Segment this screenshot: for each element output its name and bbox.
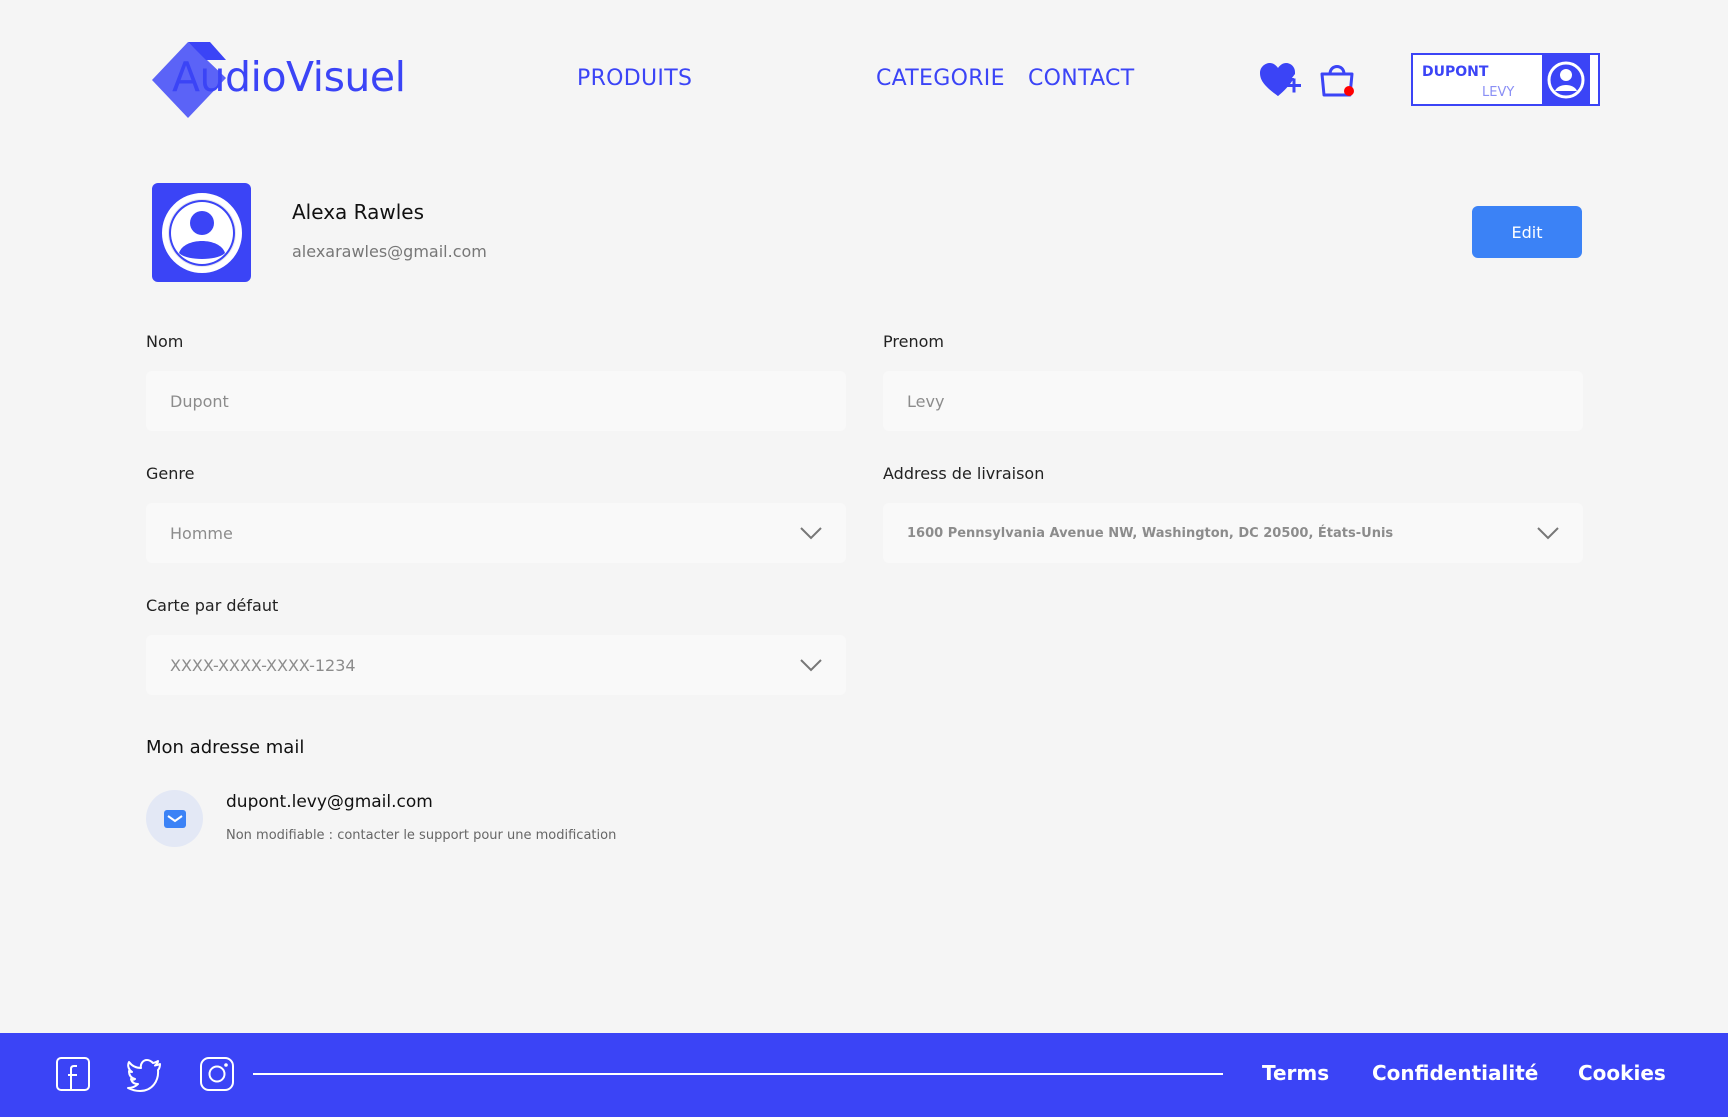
twitter-icon[interactable] xyxy=(127,1056,163,1092)
carte-label: Carte par défaut xyxy=(146,596,279,615)
mail-note: Non modifiable : contacter le support po… xyxy=(226,828,617,843)
user-first-name: LEVY xyxy=(1482,85,1515,100)
wishlist-heart-plus-icon[interactable] xyxy=(1260,62,1304,102)
footer-cookies-link[interactable]: Cookies xyxy=(1578,1061,1666,1085)
footer-divider xyxy=(253,1073,1223,1075)
address-label: Address de livraison xyxy=(883,464,1045,483)
nav-produits[interactable]: PRODUITS xyxy=(577,66,692,91)
user-account-button[interactable]: DUPONT LEVY xyxy=(1411,53,1600,106)
facebook-icon[interactable] xyxy=(55,1056,91,1092)
site-footer: Terms Confidentialité Cookies xyxy=(0,1033,1728,1117)
prenom-input[interactable]: Levy xyxy=(883,371,1583,431)
footer-confidentialite-link[interactable]: Confidentialité xyxy=(1372,1061,1538,1085)
genre-select[interactable]: Homme xyxy=(146,503,846,563)
profile-avatar-icon xyxy=(161,192,242,273)
nom-input[interactable]: Dupont xyxy=(146,371,846,431)
logo-text: AudioVisuel xyxy=(172,53,406,101)
carte-select[interactable]: XXXX-XXXX-XXXX-1234 xyxy=(146,635,846,695)
nom-label: Nom xyxy=(146,332,184,351)
cart-badge xyxy=(1344,86,1354,96)
mail-address: dupont.levy@gmail.com xyxy=(226,792,433,812)
profile-name: Alexa Rawles xyxy=(292,200,424,224)
address-select[interactable]: 1600 Pennsylvania Avenue NW, Washington,… xyxy=(883,503,1583,563)
logo[interactable]: AudioVisuel xyxy=(150,38,406,122)
mail-envelope-icon xyxy=(146,790,203,847)
genre-value: Homme xyxy=(170,523,233,543)
chevron-down-icon xyxy=(1537,527,1559,540)
profile-avatar xyxy=(152,183,251,282)
mail-section-title: Mon adresse mail xyxy=(146,737,305,758)
prenom-label: Prenom xyxy=(883,332,944,351)
user-last-name: DUPONT xyxy=(1422,64,1489,80)
prenom-placeholder: Levy xyxy=(907,391,945,411)
instagram-icon[interactable] xyxy=(199,1056,235,1092)
edit-button[interactable]: Edit xyxy=(1472,206,1582,258)
cart-bag-icon[interactable] xyxy=(1318,60,1358,100)
profile-email: alexarawles@gmail.com xyxy=(292,242,487,261)
user-avatar-icon xyxy=(1542,55,1590,104)
site-header: AudioVisuel PRODUITS CATEGORIE CONTACT D… xyxy=(0,0,1728,160)
nav-contact[interactable]: CONTACT xyxy=(1028,66,1134,91)
genre-label: Genre xyxy=(146,464,195,483)
chevron-down-icon xyxy=(800,527,822,540)
nom-placeholder: Dupont xyxy=(170,391,229,411)
footer-terms-link[interactable]: Terms xyxy=(1262,1061,1329,1085)
nav-categorie[interactable]: CATEGORIE xyxy=(876,66,1005,91)
chevron-down-icon xyxy=(800,659,822,672)
carte-value: XXXX-XXXX-XXXX-1234 xyxy=(170,655,356,675)
address-value: 1600 Pennsylvania Avenue NW, Washington,… xyxy=(907,525,1394,541)
